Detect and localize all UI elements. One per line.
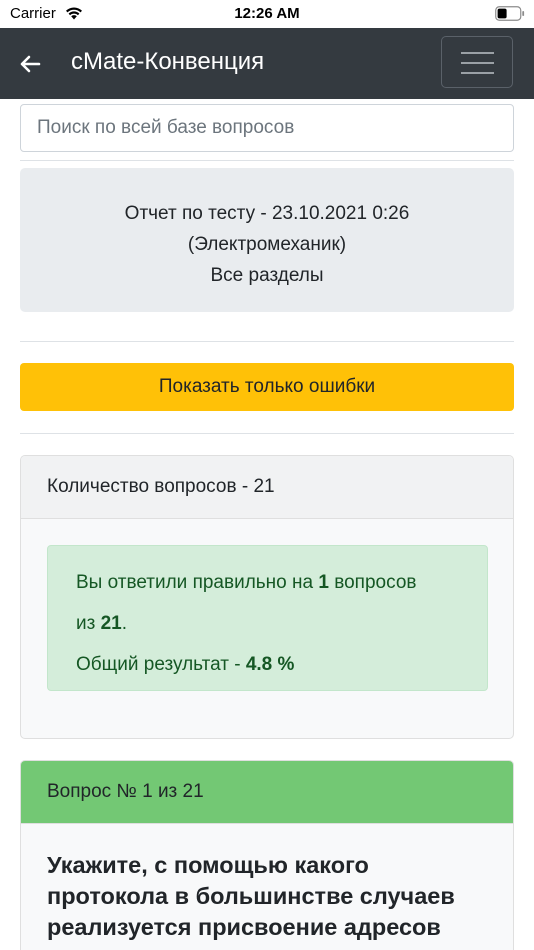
page-title: cMate-Конвенция xyxy=(71,48,265,75)
divider xyxy=(20,433,514,434)
result-alert: Вы ответили правильно на 1 вопросов из 2… xyxy=(47,545,488,691)
status-bar: Carrier 12:26 AM xyxy=(0,0,534,28)
clock: 12:26 AM xyxy=(234,5,300,22)
show-errors-button[interactable]: Показать только ошибки xyxy=(20,363,514,411)
hamburger-line xyxy=(461,72,494,74)
navbar: cMate-Конвенция xyxy=(0,28,534,99)
search-input[interactable] xyxy=(20,104,514,152)
correct-count: 1 xyxy=(318,572,329,593)
result-text: вопросов xyxy=(328,572,417,593)
report-sections: Все разделы xyxy=(210,265,324,286)
report-info-box: Отчет по тесту - 23.10.2021 0:26 (Электр… xyxy=(20,168,514,312)
result-line-1: Вы ответили правильно на 1 вопросов xyxy=(76,562,459,603)
result-text: Вы ответили правильно на xyxy=(76,572,319,593)
report-title: Отчет по тесту - 23.10.2021 0:26 xyxy=(124,203,410,224)
divider xyxy=(20,341,514,342)
hamburger-menu-icon xyxy=(461,52,494,54)
total-count: 21 xyxy=(100,613,122,634)
score-value: 4.8 % xyxy=(245,654,295,675)
arrow-left-icon[interactable] xyxy=(18,52,42,76)
result-text: . xyxy=(121,613,128,634)
divider xyxy=(20,160,514,161)
menu-toggle-button[interactable] xyxy=(441,36,513,88)
hamburger-line xyxy=(461,62,494,64)
report-profession: (Электромеханик) xyxy=(187,234,347,255)
summary-card: Количество вопросов - 21 Вы ответили пра… xyxy=(20,455,514,739)
question-card: Вопрос № 1 из 21 Укажите, с помощью како… xyxy=(20,760,514,950)
result-line-3: Общий результат - 4.8 % xyxy=(76,644,459,685)
battery-icon xyxy=(495,6,525,21)
result-line-2: из 21. xyxy=(76,603,459,644)
result-text: из xyxy=(76,613,101,634)
question-header: Вопрос № 1 из 21 xyxy=(21,761,513,824)
score-label: Общий результат - xyxy=(76,654,246,675)
question-count-header: Количество вопросов - 21 xyxy=(21,456,513,519)
question-text: Укажите, с помощью какого протокола в бо… xyxy=(47,852,455,940)
